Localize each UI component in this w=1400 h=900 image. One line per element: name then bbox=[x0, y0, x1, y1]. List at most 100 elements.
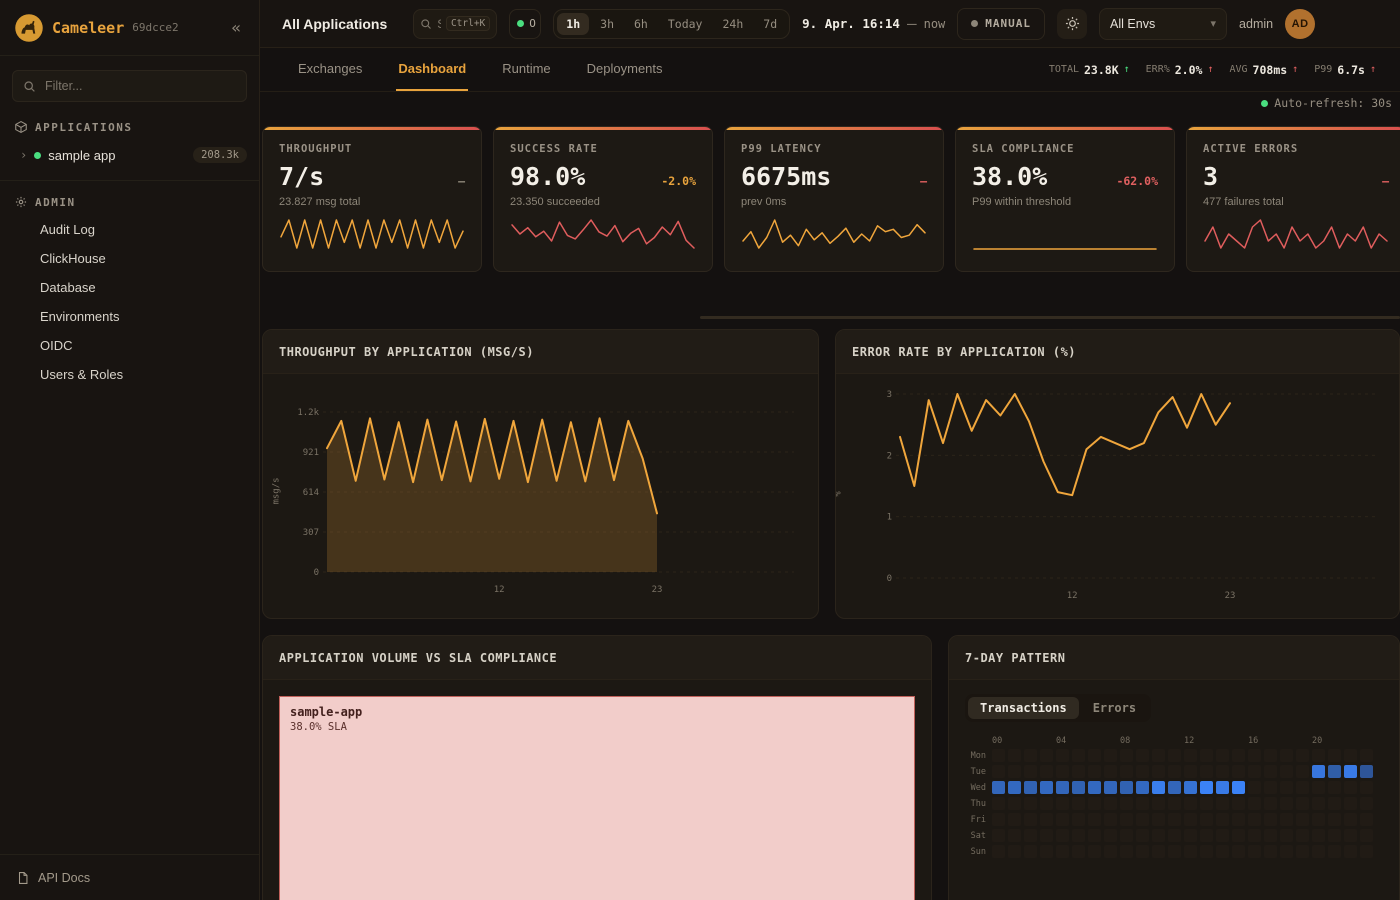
heatmap-day-label: Mon bbox=[965, 751, 989, 761]
pattern-tab-transactions[interactable]: Transactions bbox=[968, 697, 1079, 719]
heatmap-hour-label: 00 bbox=[992, 736, 1005, 746]
weekly-heatmap: 000408121620MonTueWedThuFriSatSun bbox=[965, 736, 1383, 858]
kpi-card-throughput: THROUGHPUT7/s–23.827 msg total bbox=[262, 126, 482, 272]
admin-nav-list: Audit LogClickHouseDatabaseEnvironmentsO… bbox=[0, 215, 259, 389]
heatmap-cell bbox=[1168, 749, 1181, 762]
stat-value: 708ms bbox=[1253, 63, 1288, 77]
time-range-7d[interactable]: 7d bbox=[754, 13, 786, 35]
error-rate-chart: % 01231223 bbox=[836, 374, 1399, 613]
heatmap-cell bbox=[1104, 813, 1117, 826]
sidebar-item-oidc[interactable]: OIDC bbox=[0, 331, 259, 360]
scrollbar-thumb[interactable] bbox=[700, 316, 1400, 319]
sidebar-filter[interactable] bbox=[12, 70, 247, 102]
tab-dashboard[interactable]: Dashboard bbox=[396, 48, 468, 91]
svg-text:0: 0 bbox=[887, 574, 892, 584]
heatmap-cell bbox=[1200, 797, 1213, 810]
heatmap-day-label: Sat bbox=[965, 831, 989, 841]
kpi-sparkline bbox=[1203, 216, 1389, 252]
date-range-separator: — bbox=[907, 14, 917, 33]
heatmap-day-label: Fri bbox=[965, 815, 989, 825]
heatmap-cell bbox=[1328, 813, 1341, 826]
heatmap-cell bbox=[1280, 765, 1293, 778]
kpi-sparkline bbox=[510, 216, 696, 252]
y-axis-label: msg/s bbox=[272, 477, 282, 504]
pattern-tab-errors[interactable]: Errors bbox=[1081, 697, 1148, 719]
heatmap-cell bbox=[1024, 829, 1037, 842]
sun-icon bbox=[1065, 16, 1080, 31]
heatmap-cell bbox=[1120, 845, 1133, 858]
heatmap-cell bbox=[1136, 845, 1149, 858]
heatmap-cell bbox=[1024, 781, 1037, 794]
heatmap-day-label: Thu bbox=[965, 799, 989, 809]
time-range-group: 1h3h6hToday24h7d bbox=[553, 9, 790, 39]
heatmap-cell bbox=[1312, 829, 1325, 842]
heatmap-cell bbox=[1360, 829, 1373, 842]
heatmap-cell bbox=[1024, 797, 1037, 810]
sidebar-item-clickhouse[interactable]: ClickHouse bbox=[0, 244, 259, 273]
heatmap-cell bbox=[1088, 829, 1101, 842]
heatmap-cell bbox=[1168, 845, 1181, 858]
heatmap-cell bbox=[1328, 797, 1341, 810]
time-range-today[interactable]: Today bbox=[659, 13, 712, 35]
treemap-item-sample-app[interactable]: sample-app 38.0% SLA bbox=[279, 696, 915, 900]
bottom-row: APPLICATION VOLUME VS SLA COMPLIANCE sam… bbox=[262, 635, 1400, 900]
heatmap-cell bbox=[1056, 845, 1069, 858]
online-status-pill[interactable]: O bbox=[509, 9, 541, 39]
heatmap-cell bbox=[1056, 813, 1069, 826]
avatar[interactable]: AD bbox=[1285, 9, 1315, 39]
heatmap-cell bbox=[1152, 797, 1165, 810]
sidebar-item-users-roles[interactable]: Users & Roles bbox=[0, 360, 259, 389]
sidebar-header: Cameleer 69dcce2 « bbox=[0, 0, 259, 56]
heatmap-cell bbox=[1168, 813, 1181, 826]
filter-input[interactable] bbox=[43, 78, 236, 94]
horizontal-scrollbar bbox=[260, 316, 1400, 319]
kpi-value: 98.0% bbox=[510, 162, 585, 191]
global-search[interactable]: S... Ctrl+K bbox=[413, 9, 497, 39]
time-range-3h[interactable]: 3h bbox=[591, 13, 623, 35]
heatmap-cell bbox=[1072, 797, 1085, 810]
refresh-mode-button[interactable]: MANUAL bbox=[957, 8, 1045, 40]
tab-runtime[interactable]: Runtime bbox=[500, 48, 552, 91]
heatmap-hour-label bbox=[1024, 736, 1037, 746]
time-range-6h[interactable]: 6h bbox=[625, 13, 657, 35]
heatmap-hour-label: 12 bbox=[1184, 736, 1197, 746]
kpi-card-row: THROUGHPUT7/s–23.827 msg totalSUCCESS RA… bbox=[262, 126, 1400, 272]
heatmap-cell bbox=[1056, 765, 1069, 778]
tab-deployments[interactable]: Deployments bbox=[585, 48, 665, 91]
heatmap-cell bbox=[1312, 781, 1325, 794]
pattern-tab-group: TransactionsErrors bbox=[965, 694, 1151, 722]
sidebar-collapse-button[interactable]: « bbox=[227, 16, 245, 39]
heatmap-cell bbox=[1216, 845, 1229, 858]
heatmap-cell bbox=[1232, 749, 1245, 762]
sidebar-footer[interactable]: API Docs bbox=[0, 854, 259, 900]
app-title: Cameleer bbox=[52, 19, 124, 37]
sidebar-item-sample-app[interactable]: › sample app 208.3k bbox=[0, 140, 259, 170]
sidebar-item-environments[interactable]: Environments bbox=[0, 302, 259, 331]
heatmap-cell bbox=[1184, 749, 1197, 762]
time-range-24h[interactable]: 24h bbox=[713, 13, 752, 35]
heatmap-cell bbox=[1248, 781, 1261, 794]
heatmap-hour-label bbox=[1104, 736, 1117, 746]
heatmap-cell bbox=[1296, 781, 1309, 794]
heatmap-hour-label bbox=[1216, 736, 1229, 746]
heatmap-cell bbox=[1184, 829, 1197, 842]
kpi-value: 38.0% bbox=[972, 162, 1047, 191]
date-range-picker[interactable]: 9. Apr. 16:14 — now bbox=[802, 14, 945, 33]
time-range-1h[interactable]: 1h bbox=[557, 13, 589, 35]
sidebar-item-database[interactable]: Database bbox=[0, 273, 259, 302]
heatmap-cell bbox=[1120, 781, 1133, 794]
heatmap-cell bbox=[1104, 829, 1117, 842]
heatmap-cell bbox=[1296, 829, 1309, 842]
online-status-label: O bbox=[529, 17, 536, 30]
theme-toggle-button[interactable] bbox=[1057, 9, 1087, 39]
svg-text:614: 614 bbox=[303, 488, 319, 498]
kpi-subtitle: 477 failures total bbox=[1203, 196, 1389, 208]
tab-exchanges[interactable]: Exchanges bbox=[296, 48, 364, 91]
heatmap-cell bbox=[1104, 749, 1117, 762]
heatmap-cell bbox=[1008, 797, 1021, 810]
env-select[interactable]: All Envs ▾ bbox=[1099, 8, 1227, 40]
sidebar-item-audit-log[interactable]: Audit Log bbox=[0, 215, 259, 244]
heatmap-cell bbox=[1360, 797, 1373, 810]
api-docs-link[interactable]: API Docs bbox=[38, 871, 90, 885]
heatmap-cell bbox=[1072, 781, 1085, 794]
